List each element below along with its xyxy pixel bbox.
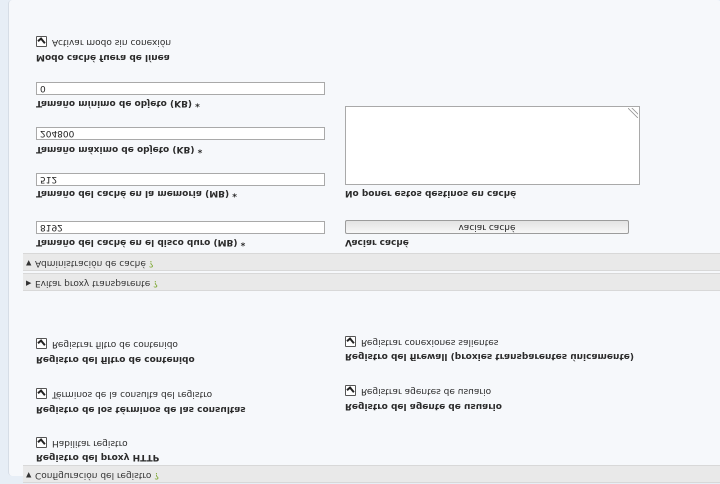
min-object-size-label: Tamaño mínimo de objeto (KB) * [36,98,200,108]
log-user-agents-label[interactable]: Registrar agentes de usuario [361,386,491,396]
section-title: Configuración del registro ? [35,470,160,480]
log-content-filter-label[interactable]: Registrar filtro de contenido [52,339,178,349]
enable-logging-checkbox[interactable] [36,437,47,448]
memory-cache-size-label: Tamaño del caché en la memoria (MB) * [36,188,237,198]
offline-cache-mode-title: Modo caché fuera de línea [36,52,170,62]
content-filter-log-title: Registro del filtro de contenido [36,354,195,364]
log-content-filter-checkbox[interactable] [36,338,47,349]
section-title: Administración de caché ? [35,258,154,268]
disk-cache-size-label: Tamaño del caché en el disco duro (MB) * [36,237,246,247]
no-cache-destinations-label: No poner estos destinos en caché [345,188,517,198]
log-outgoing-connections-checkbox[interactable] [345,336,356,347]
clear-cache-button[interactable]: vaciar caché [345,220,629,234]
http-proxy-log-title: Registro del proxy HTTP [36,452,160,462]
section-header-log-config[interactable]: ▼ Configuración del registro ? [23,465,720,483]
memory-cache-size-input[interactable]: 512 [36,173,325,186]
collapse-arrow-icon: ▼ [26,471,32,479]
collapse-arrow-icon: ▼ [26,259,32,267]
log-user-agents-checkbox[interactable] [345,385,356,396]
help-icon[interactable]: ? [154,470,159,480]
user-agent-log-title: Registro del agente de usuario [345,401,502,411]
log-query-terms-label[interactable]: Términos de la consulta del registro [52,389,212,399]
log-query-terms-checkbox[interactable] [36,388,47,399]
log-outgoing-connections-label[interactable]: Registrar conexiones salientes [361,337,498,347]
section-header-cache-admin[interactable]: ▼ Administración de caché ? [23,253,720,271]
section-header-transparent-proxy[interactable]: ▶ Evitar proxy transparente ? [23,273,720,291]
max-object-size-label: Tamaño máximo de objeto (KB) * [36,144,203,154]
offline-mode-label[interactable]: Activar modo sin conexión [52,37,171,47]
firewall-log-title: Registro del firewall (proxies transpare… [345,351,634,361]
mirrored-content: ▼ Configuración del registro ? Registro … [0,0,720,484]
resize-grip-icon[interactable] [628,108,638,118]
enable-logging-label[interactable]: Habilitar registro [52,438,128,448]
max-object-size-input[interactable]: 204800 [36,127,325,140]
help-icon[interactable]: ? [153,278,158,288]
clear-cache-label: Vaciar caché [345,237,409,247]
offline-mode-checkbox[interactable] [36,36,47,47]
query-terms-log-title: Registro de los términos de las consulta… [36,404,246,414]
help-icon[interactable]: ? [149,258,154,268]
no-cache-destinations-textarea[interactable] [345,106,640,185]
section-title: Evitar proxy transparente ? [35,278,158,288]
min-object-size-input[interactable]: 0 [36,82,325,95]
disk-cache-size-input[interactable]: 8192 [36,221,325,234]
expand-arrow-icon: ▶ [26,279,32,287]
